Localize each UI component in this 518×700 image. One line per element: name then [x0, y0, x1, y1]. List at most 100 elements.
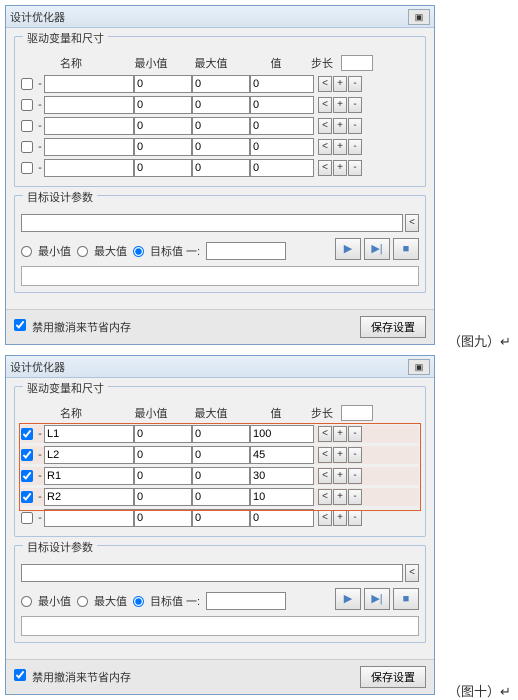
name-input[interactable] — [44, 446, 134, 464]
minus-icon[interactable]: - — [348, 447, 362, 463]
undo-checkbox[interactable] — [14, 669, 26, 681]
max-input[interactable] — [192, 159, 250, 177]
minus-icon[interactable]: - — [348, 76, 362, 92]
lt-icon[interactable]: < — [318, 160, 332, 176]
row-checkbox[interactable] — [21, 449, 33, 461]
val-input[interactable] — [250, 509, 314, 527]
plus-icon[interactable]: + — [333, 118, 347, 134]
step-input[interactable] — [341, 405, 373, 421]
val-input[interactable] — [250, 96, 314, 114]
plus-icon[interactable]: + — [333, 97, 347, 113]
min-input[interactable] — [134, 75, 192, 93]
plus-icon[interactable]: + — [333, 139, 347, 155]
row-checkbox[interactable] — [21, 78, 33, 90]
minus-icon[interactable]: - — [348, 118, 362, 134]
save-button[interactable]: 保存设置 — [360, 316, 426, 338]
radio-min[interactable] — [21, 596, 32, 607]
step-input[interactable] — [341, 55, 373, 71]
goal-long-input[interactable] — [21, 214, 403, 232]
val-input[interactable] — [250, 467, 314, 485]
minus-icon[interactable]: - — [348, 97, 362, 113]
lt-icon[interactable]: < — [318, 76, 332, 92]
close-icon[interactable]: ▣ — [408, 359, 430, 375]
goal-long-input[interactable] — [21, 564, 403, 582]
play-icon[interactable]: ▶ — [335, 588, 361, 610]
step-icon[interactable]: ▶| — [364, 588, 390, 610]
min-input[interactable] — [134, 96, 192, 114]
min-input[interactable] — [134, 138, 192, 156]
lt-icon[interactable]: < — [318, 118, 332, 134]
name-input[interactable] — [44, 159, 134, 177]
row-checkbox[interactable] — [21, 162, 33, 174]
val-input[interactable] — [250, 159, 314, 177]
row-checkbox[interactable] — [21, 470, 33, 482]
min-input[interactable] — [134, 117, 192, 135]
radio-min[interactable] — [21, 246, 32, 257]
plus-icon[interactable]: + — [333, 426, 347, 442]
arrow-left-icon[interactable]: < — [405, 564, 419, 582]
row-checkbox[interactable] — [21, 428, 33, 440]
min-input[interactable] — [134, 425, 192, 443]
val-input[interactable] — [250, 425, 314, 443]
minus-icon[interactable]: - — [348, 139, 362, 155]
lt-icon[interactable]: < — [318, 489, 332, 505]
plus-icon[interactable]: + — [333, 468, 347, 484]
val-input[interactable] — [250, 138, 314, 156]
radio-target[interactable] — [133, 596, 144, 607]
name-input[interactable] — [44, 96, 134, 114]
max-input[interactable] — [192, 509, 250, 527]
target-value-input[interactable] — [206, 242, 286, 260]
min-input[interactable] — [134, 446, 192, 464]
name-input[interactable] — [44, 509, 134, 527]
max-input[interactable] — [192, 75, 250, 93]
radio-target[interactable] — [133, 246, 144, 257]
plus-icon[interactable]: + — [333, 76, 347, 92]
save-button[interactable]: 保存设置 — [360, 666, 426, 688]
val-input[interactable] — [250, 488, 314, 506]
radio-max[interactable] — [77, 596, 88, 607]
row-checkbox[interactable] — [21, 99, 33, 111]
undo-checkbox[interactable] — [14, 319, 26, 331]
stop-icon[interactable]: ■ — [393, 238, 419, 260]
name-input[interactable] — [44, 138, 134, 156]
max-input[interactable] — [192, 96, 250, 114]
val-input[interactable] — [250, 117, 314, 135]
target-value-input[interactable] — [206, 592, 286, 610]
lt-icon[interactable]: < — [318, 510, 332, 526]
row-checkbox[interactable] — [21, 141, 33, 153]
radio-max[interactable] — [77, 246, 88, 257]
val-input[interactable] — [250, 446, 314, 464]
lt-icon[interactable]: < — [318, 468, 332, 484]
stop-icon[interactable]: ■ — [393, 588, 419, 610]
min-input[interactable] — [134, 467, 192, 485]
minus-icon[interactable]: - — [348, 489, 362, 505]
plus-icon[interactable]: + — [333, 447, 347, 463]
name-input[interactable] — [44, 467, 134, 485]
row-checkbox[interactable] — [21, 120, 33, 132]
plus-icon[interactable]: + — [333, 160, 347, 176]
arrow-left-icon[interactable]: < — [405, 214, 419, 232]
max-input[interactable] — [192, 488, 250, 506]
min-input[interactable] — [134, 509, 192, 527]
lt-icon[interactable]: < — [318, 97, 332, 113]
plus-icon[interactable]: + — [333, 489, 347, 505]
max-input[interactable] — [192, 117, 250, 135]
max-input[interactable] — [192, 467, 250, 485]
row-checkbox[interactable] — [21, 491, 33, 503]
plus-icon[interactable]: + — [333, 510, 347, 526]
lt-icon[interactable]: < — [318, 426, 332, 442]
minus-icon[interactable]: - — [348, 510, 362, 526]
step-icon[interactable]: ▶| — [364, 238, 390, 260]
name-input[interactable] — [44, 425, 134, 443]
close-icon[interactable]: ▣ — [408, 9, 430, 25]
minus-icon[interactable]: - — [348, 426, 362, 442]
val-input[interactable] — [250, 75, 314, 93]
row-checkbox[interactable] — [21, 512, 33, 524]
min-input[interactable] — [134, 159, 192, 177]
minus-icon[interactable]: - — [348, 160, 362, 176]
min-input[interactable] — [134, 488, 192, 506]
max-input[interactable] — [192, 446, 250, 464]
lt-icon[interactable]: < — [318, 447, 332, 463]
play-icon[interactable]: ▶ — [335, 238, 361, 260]
name-input[interactable] — [44, 75, 134, 93]
